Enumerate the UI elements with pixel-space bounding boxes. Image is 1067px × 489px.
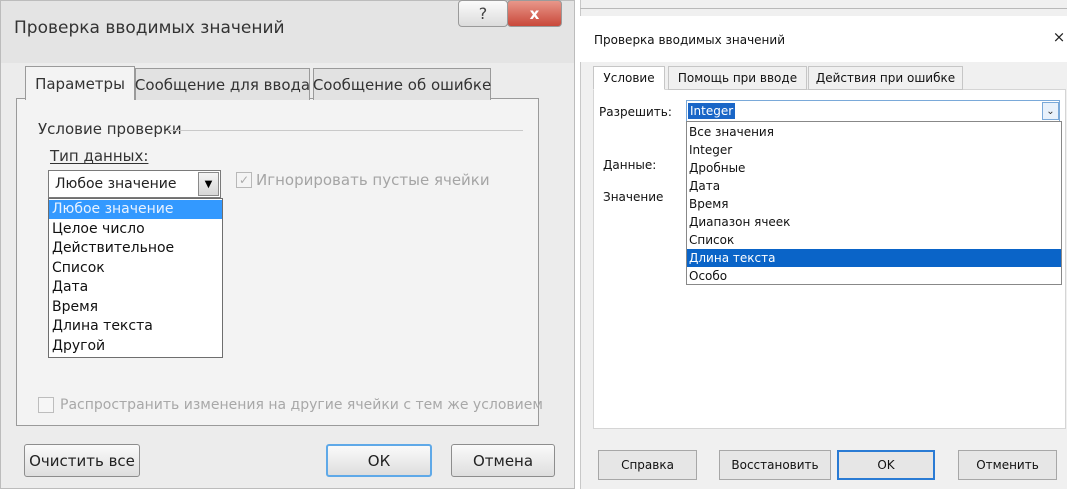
- list-item[interactable]: Все значения: [687, 123, 1061, 141]
- left-dialog-title: Проверка вводимых значений: [14, 18, 285, 38]
- value-label: Значение: [603, 190, 664, 204]
- list-item[interactable]: Другой: [49, 337, 222, 356]
- list-item[interactable]: Integer: [687, 141, 1061, 159]
- list-item[interactable]: Дата: [49, 278, 222, 297]
- close-icon[interactable]: ×: [1052, 28, 1066, 46]
- question-icon: ?: [478, 4, 488, 23]
- list-item[interactable]: Время: [687, 195, 1061, 213]
- allow-dropdown-list: Все значения Integer Дробные Дата Время Диапа…: [686, 121, 1062, 285]
- list-item[interactable]: Время: [49, 298, 222, 317]
- data-type-label: Тип данных:: [50, 147, 149, 165]
- list-item[interactable]: Список: [687, 231, 1061, 249]
- tab-error-alert[interactable]: Действия при ошибке: [808, 66, 963, 90]
- dropdown-arrow-icon[interactable]: ▼: [198, 172, 219, 196]
- left-cancel-button[interactable]: Отмена: [451, 444, 555, 477]
- help-button[interactable]: Справка: [598, 450, 697, 480]
- spread-changes-label: Распространить изменения на другие ячейк…: [60, 397, 543, 413]
- ignore-blank-label: Игнорировать пустые ячейки: [256, 171, 490, 189]
- list-item[interactable]: Список: [49, 259, 222, 278]
- list-item[interactable]: Особо: [687, 267, 1061, 285]
- top-divider: [580, 8, 1067, 9]
- list-item[interactable]: Диапазон ячеек: [687, 213, 1061, 231]
- tab-input-message[interactable]: Сообщение для ввода: [135, 68, 310, 100]
- help-button[interactable]: ?: [458, 0, 508, 27]
- spread-changes-checkbox[interactable]: [38, 397, 54, 413]
- allow-value: Integer: [688, 103, 736, 119]
- tab-error-alert[interactable]: Сообщение об ошибке: [313, 68, 491, 100]
- tab-criteria[interactable]: Условие: [593, 66, 665, 90]
- left-ok-button[interactable]: ОК: [326, 444, 432, 477]
- list-item[interactable]: Дробные: [687, 159, 1061, 177]
- validation-criteria-group-title: Условие проверки: [38, 120, 182, 138]
- list-item[interactable]: Любое значение: [49, 200, 222, 219]
- close-icon: x: [529, 4, 540, 23]
- group-divider: [168, 130, 523, 131]
- tab-parameters[interactable]: Параметры: [25, 66, 135, 100]
- list-item[interactable]: Длина текста: [687, 249, 1061, 267]
- list-item[interactable]: Длина текста: [49, 317, 222, 336]
- data-type-dropdown-list: Любое значение Целое число Действительное С…: [48, 198, 223, 358]
- chevron-down-icon[interactable]: ⌄: [1042, 102, 1059, 120]
- tab-input-help[interactable]: Помощь при вводе: [668, 66, 807, 90]
- right-cancel-button[interactable]: Отменить: [958, 450, 1057, 480]
- right-dialog-title: Проверка вводимых значений: [594, 33, 785, 47]
- left-close-button[interactable]: x: [507, 0, 562, 27]
- data-label: Данные:: [603, 158, 657, 172]
- ignore-blank-checkbox[interactable]: ✓: [236, 172, 252, 188]
- list-item[interactable]: Целое число: [49, 220, 222, 239]
- list-item[interactable]: Действительное: [49, 239, 222, 258]
- clear-all-button[interactable]: Очистить все: [24, 444, 140, 477]
- reset-button[interactable]: Восстановить: [719, 450, 831, 480]
- list-item[interactable]: Дата: [687, 177, 1061, 195]
- right-ok-button[interactable]: OK: [837, 450, 935, 480]
- allow-combobox[interactable]: [686, 100, 1060, 122]
- data-type-value: Любое значение: [55, 176, 177, 192]
- allow-label: Разрешить:: [599, 105, 672, 119]
